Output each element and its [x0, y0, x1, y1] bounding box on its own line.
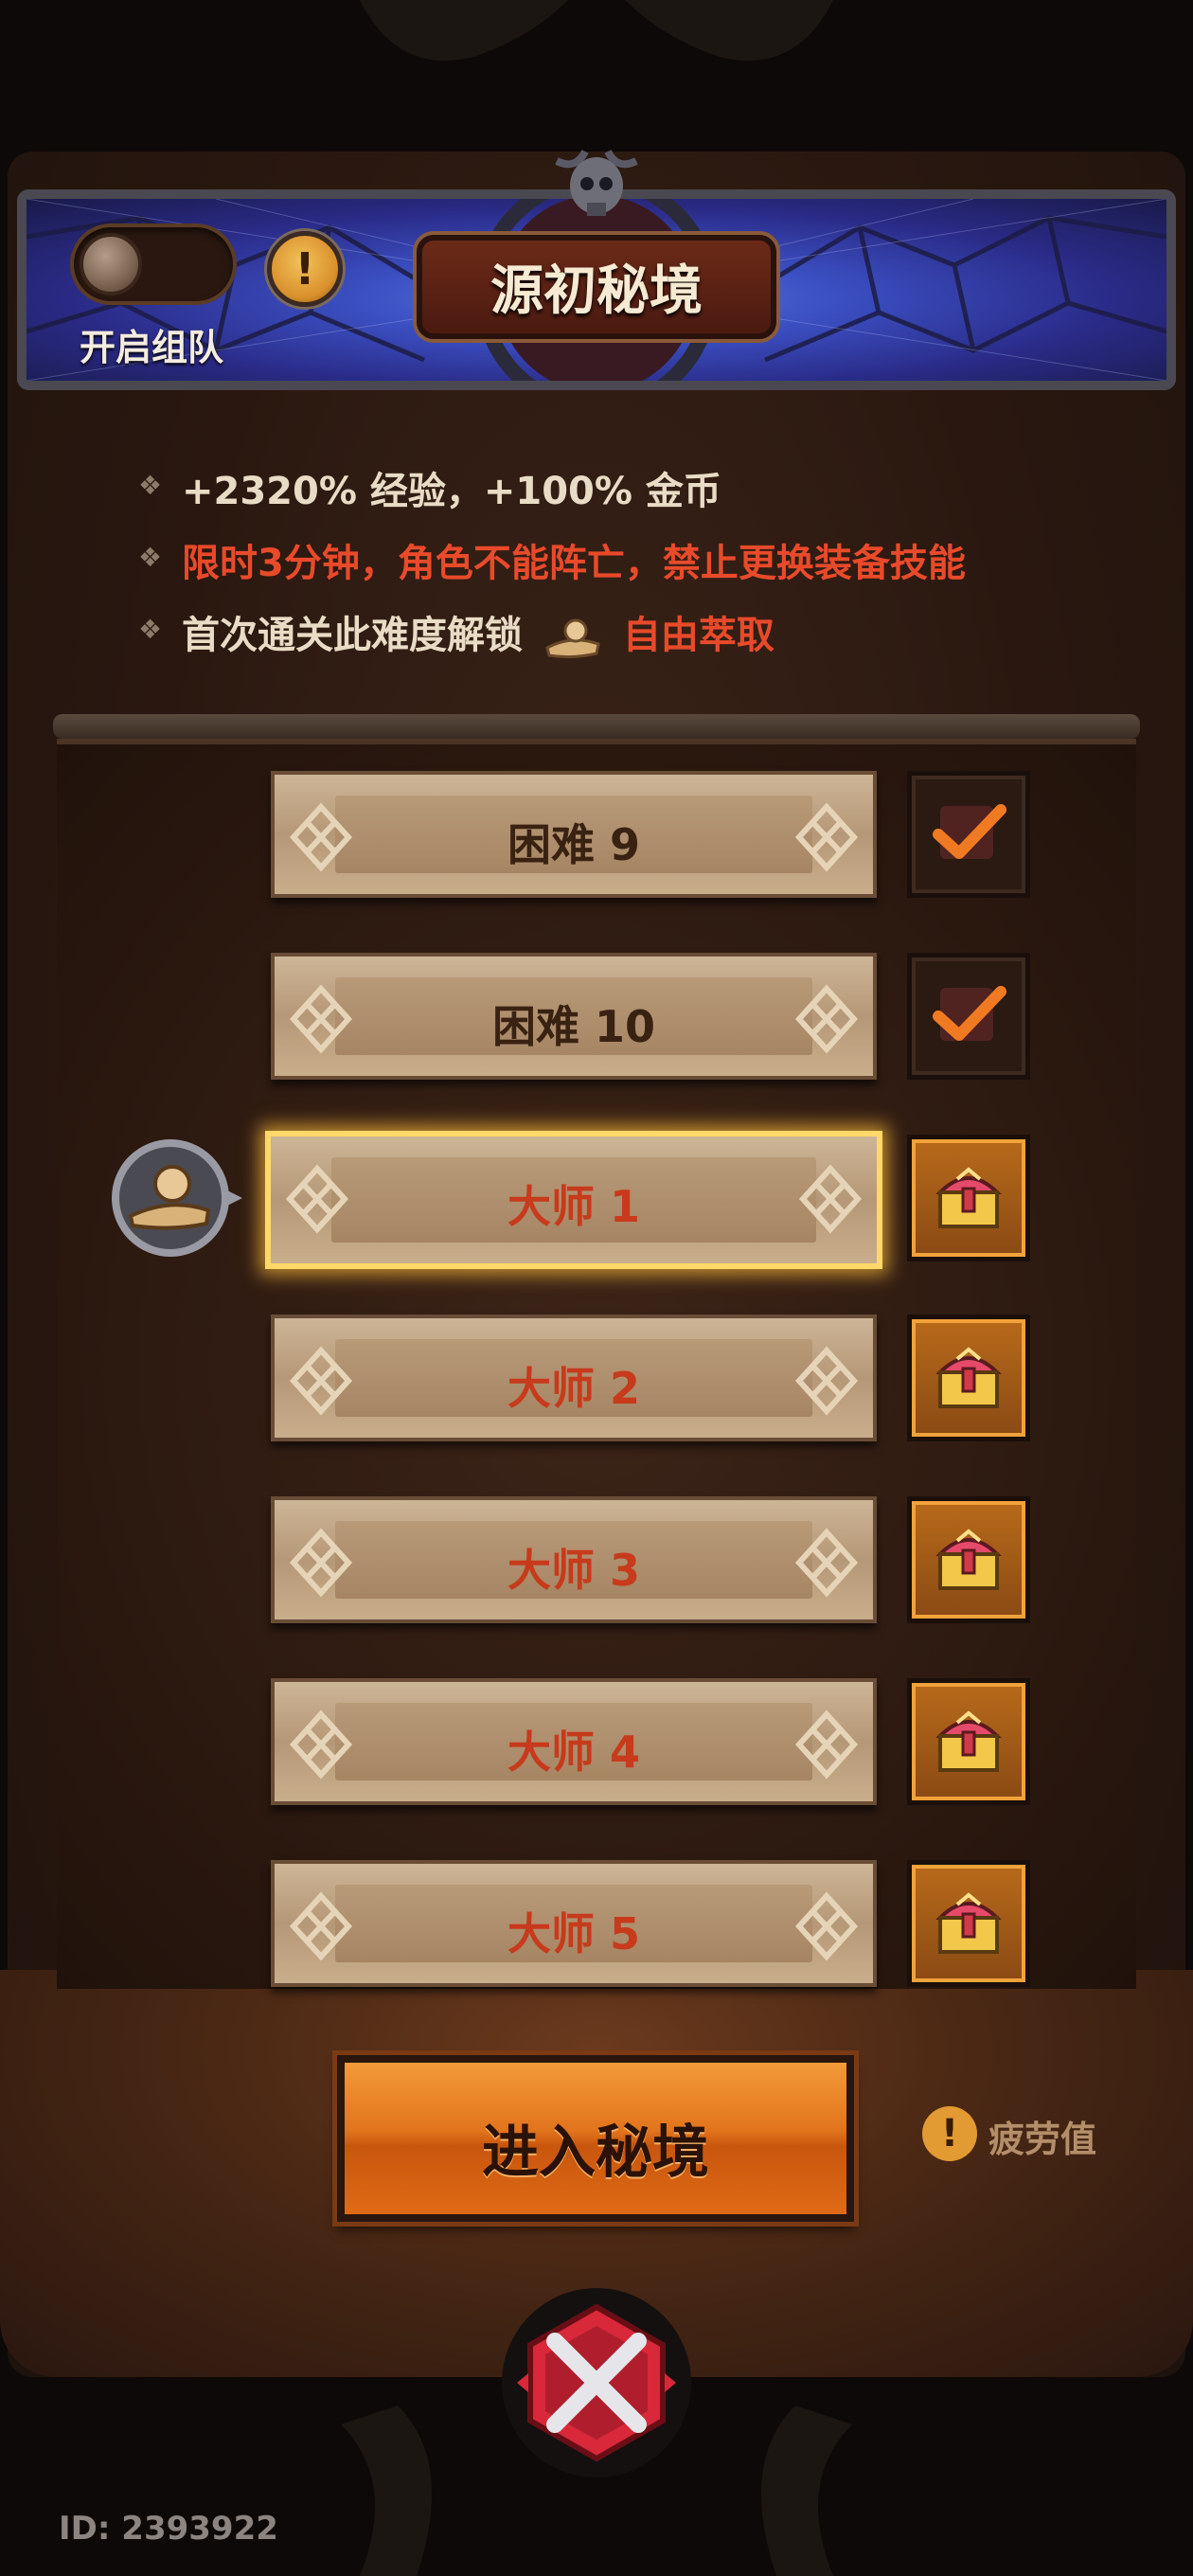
skull-icon — [555, 150, 638, 216]
bullet-icon: ❖ — [138, 470, 163, 501]
difficulty-row[interactable]: 大师 2 — [271, 1315, 877, 1441]
difficulty-label: 困难 9 — [507, 819, 641, 870]
divider — [53, 714, 1140, 739]
difficulty-label: 大师 3 — [507, 1545, 641, 1596]
page-title: 源初秘境 — [490, 260, 703, 322]
cleared-box — [907, 953, 1030, 1080]
difficulty-label: 大师 4 — [507, 1726, 641, 1778]
difficulty-label: 困难 10 — [491, 1001, 656, 1052]
enter-dungeon-label: 进入秘境 — [482, 2120, 709, 2186]
chest-icon — [935, 1347, 1002, 1408]
difficulty-row[interactable]: 大师 5 — [271, 1860, 877, 1987]
team-toggle-label: 开启组队 — [80, 327, 224, 368]
reward-box[interactable] — [907, 1315, 1030, 1441]
player-id: ID: 2393922 — [59, 2510, 278, 2548]
unlock-info: 首次通关此难度解锁 自由萃取 — [182, 604, 775, 659]
close-icon[interactable] — [496, 2282, 697, 2483]
fatigue-label[interactable]: 疲劳值 — [988, 2110, 1096, 2162]
extract-icon — [545, 618, 600, 659]
check-icon — [933, 986, 1006, 1041]
difficulty-label: 大师 1 — [507, 1181, 641, 1232]
reward-info: +2320% 经验，+100% 金币 — [182, 470, 721, 513]
chest-icon — [935, 1167, 1002, 1228]
chest-icon — [935, 1892, 1002, 1954]
reward-box[interactable] — [907, 1678, 1030, 1805]
extract-marker-icon — [112, 1139, 242, 1257]
reward-box[interactable] — [907, 1860, 1030, 1987]
bullet-icon: ❖ — [138, 542, 163, 573]
team-toggle[interactable] — [70, 224, 237, 305]
bullet-icon: ❖ — [138, 614, 163, 645]
reward-box[interactable] — [907, 1496, 1030, 1623]
reward-box[interactable] — [907, 1135, 1030, 1261]
unlock-reward: 自由萃取 — [622, 614, 775, 657]
difficulty-row[interactable]: 大师 3 — [271, 1496, 877, 1623]
fatigue-info-icon[interactable]: ! — [922, 2106, 977, 2161]
difficulty-row-selected[interactable]: 大师 1 — [265, 1131, 882, 1269]
difficulty-row[interactable]: 困难 10 — [271, 953, 877, 1080]
difficulty-row[interactable]: 大师 4 — [271, 1678, 877, 1805]
check-icon — [933, 804, 1006, 859]
cleared-box — [907, 771, 1030, 898]
difficulty-label: 大师 2 — [507, 1363, 641, 1414]
difficulty-label: 大师 5 — [507, 1908, 641, 1959]
unlock-prefix: 首次通关此难度解锁 — [182, 614, 523, 657]
rule-info: 限时3分钟，角色不能阵亡，禁止更换装备技能 — [182, 542, 966, 585]
info-icon[interactable]: ! — [267, 231, 343, 307]
difficulty-row[interactable]: 困难 9 — [271, 771, 877, 898]
chest-icon — [935, 1710, 1002, 1772]
toggle-knob — [80, 233, 142, 295]
chest-icon — [935, 1529, 1002, 1590]
